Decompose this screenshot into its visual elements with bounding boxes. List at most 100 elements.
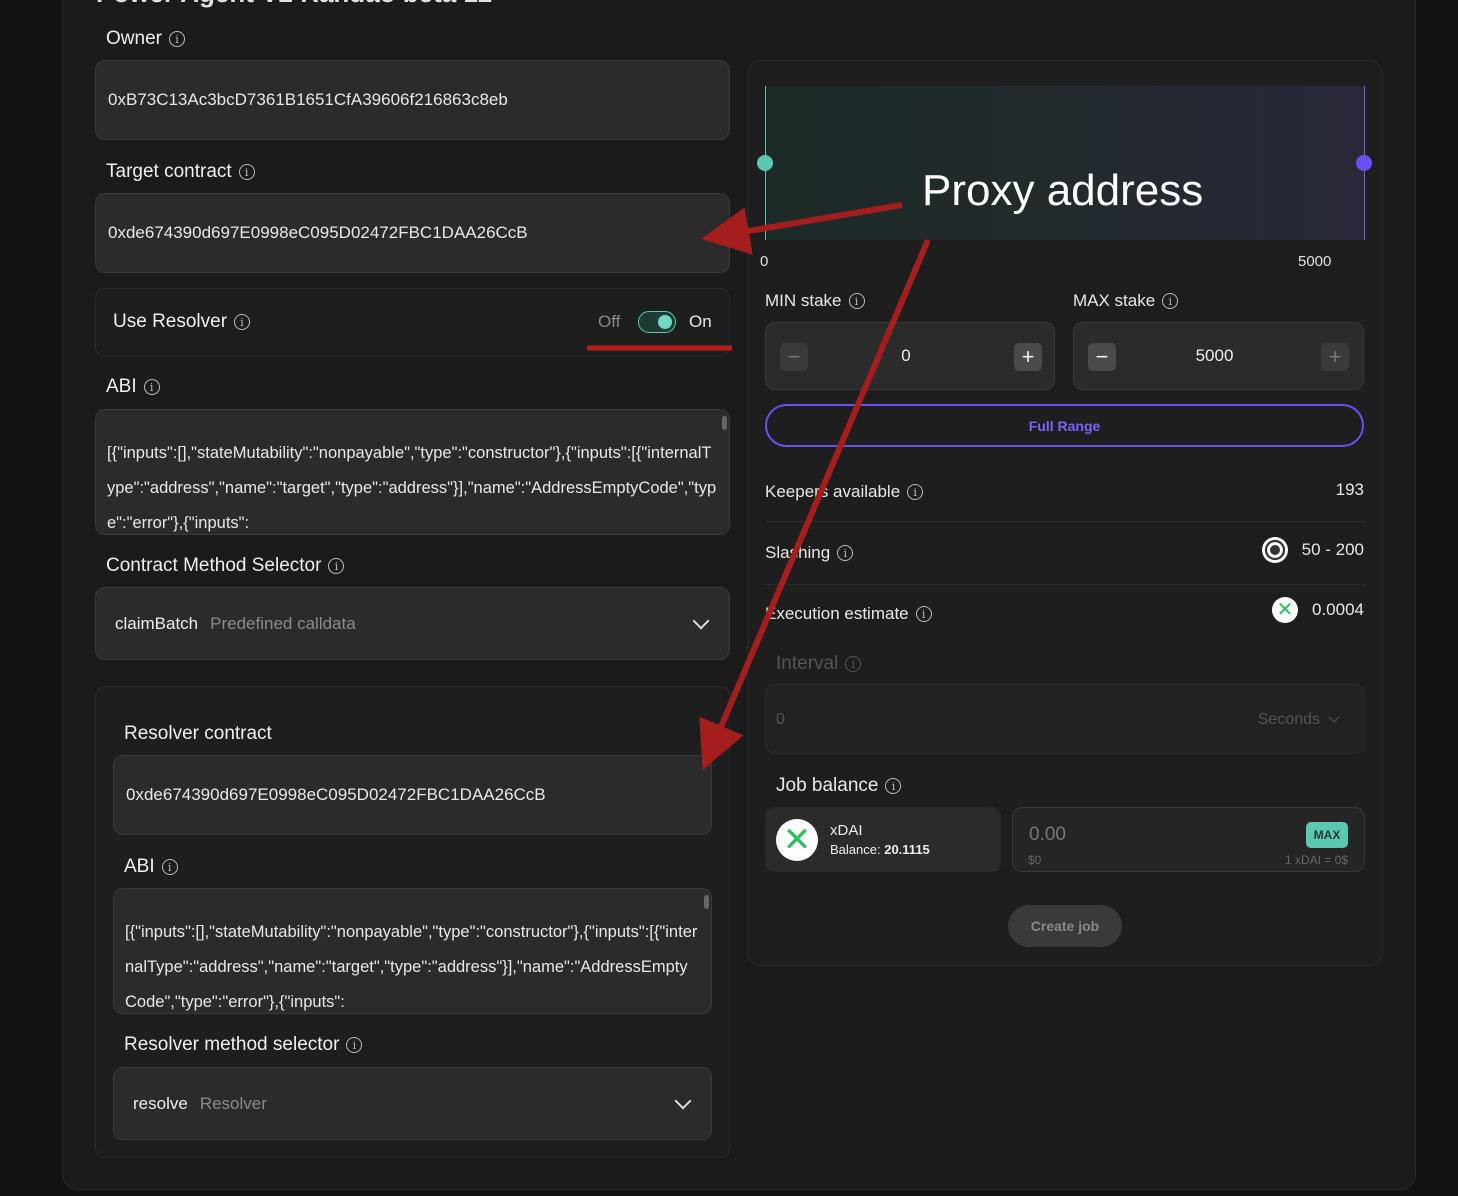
max-stake-increment-button[interactable]: + bbox=[1321, 343, 1349, 371]
keepers-value: 193 bbox=[1336, 480, 1364, 500]
stats-divider bbox=[765, 584, 1365, 585]
method-selector-value: claimBatch bbox=[115, 613, 199, 633]
target-label: Target contract i bbox=[106, 161, 255, 183]
resolver-method-value: resolve bbox=[133, 1093, 188, 1113]
info-icon[interactable]: i bbox=[885, 778, 902, 794]
info-icon[interactable]: i bbox=[234, 314, 251, 330]
resolver-contract-label: Resolver contract bbox=[124, 723, 272, 745]
amount-usd: $0 bbox=[1028, 853, 1042, 867]
use-resolver-toggle[interactable] bbox=[638, 311, 676, 333]
balance-token-card[interactable]: ✕ xDAI Balance: 20.1115 bbox=[765, 807, 1001, 872]
info-icon[interactable]: i bbox=[1162, 293, 1179, 309]
info-icon[interactable]: i bbox=[168, 31, 185, 47]
abi-textarea[interactable]: [{"inputs":[],"stateMutability":"nonpaya… bbox=[95, 409, 730, 535]
xdai-token-icon: ✕ bbox=[1272, 597, 1298, 623]
exchange-rate: 1 xDAI = 0$ bbox=[1284, 853, 1348, 867]
range-max-tick: 5000 bbox=[1298, 253, 1332, 270]
resolver-abi-textarea[interactable]: [{"inputs":[],"stateMutability":"nonpaya… bbox=[113, 888, 712, 1014]
info-icon[interactable]: i bbox=[848, 293, 865, 309]
toggle-on-label: On bbox=[689, 312, 712, 331]
abi-value: [{"inputs":[],"stateMutability":"nonpaya… bbox=[107, 444, 717, 532]
method-selector-label-text: Contract Method Selector bbox=[106, 555, 322, 576]
xdai-token-icon: ✕ bbox=[776, 819, 818, 861]
info-icon[interactable]: i bbox=[845, 656, 862, 672]
resolver-abi-label: ABI i bbox=[124, 856, 178, 878]
chevron-down-icon bbox=[1328, 711, 1340, 723]
owner-field[interactable]: 0xB73C13Ac3bcD7361B1651CfA39606f216863c8… bbox=[95, 60, 730, 140]
keepers-value-text: 193 bbox=[1335, 480, 1364, 499]
annotation-label: Proxy address bbox=[922, 166, 1204, 215]
max-button[interactable]: MAX bbox=[1306, 822, 1348, 848]
method-selector-sub: Predefined calldata bbox=[210, 613, 356, 633]
min-stake-input[interactable]: − 0 + bbox=[765, 322, 1055, 390]
execution-estimate-label: Execution estimate i bbox=[765, 604, 932, 624]
resolver-contract-field[interactable]: 0xde674390d697E0998eC095D02472FBC1DAA26C… bbox=[113, 755, 712, 835]
max-stake-label-text: MAX stake bbox=[1073, 291, 1156, 310]
toggle-knob bbox=[658, 315, 672, 329]
full-range-button[interactable]: Full Range bbox=[765, 404, 1364, 447]
token-balance: Balance: 20.1115 bbox=[830, 842, 930, 857]
info-icon[interactable]: i bbox=[161, 859, 178, 875]
job-balance-label-text: Job balance bbox=[776, 775, 879, 796]
resolver-contract-label-text: Resolver contract bbox=[124, 723, 272, 744]
method-selector-label: Contract Method Selector i bbox=[106, 555, 345, 577]
token-balance-value: 20.1115 bbox=[884, 842, 930, 857]
target-label-text: Target contract bbox=[106, 161, 232, 182]
page-title: Power Agent V2 Randao beta 12 bbox=[96, 0, 492, 9]
amount-placeholder: 0.00 bbox=[1029, 824, 1066, 845]
abi-label-text: ABI bbox=[106, 376, 137, 397]
interval-input[interactable]: 0 Seconds bbox=[765, 684, 1365, 754]
info-icon[interactable]: i bbox=[907, 484, 924, 500]
interval-unit-select[interactable]: Seconds bbox=[1258, 711, 1320, 729]
max-stake-decrement-button[interactable]: − bbox=[1088, 343, 1116, 371]
interval-label-text: Interval bbox=[776, 653, 839, 674]
info-icon[interactable]: i bbox=[143, 379, 160, 395]
info-icon[interactable]: i bbox=[837, 545, 854, 561]
info-icon[interactable]: i bbox=[328, 558, 345, 574]
slashing-value-text: 50 - 200 bbox=[1301, 540, 1364, 559]
chevron-down-icon bbox=[674, 1092, 692, 1109]
info-icon[interactable]: i bbox=[346, 1037, 363, 1053]
chevron-down-icon bbox=[692, 612, 710, 629]
use-resolver-label: Use Resolver i bbox=[113, 311, 251, 333]
owner-value: 0xB73C13Ac3bcD7361B1651CfA39606f216863c8… bbox=[108, 90, 508, 109]
use-resolver-label-text: Use Resolver bbox=[113, 311, 228, 332]
resolver-method-label: Resolver method selector i bbox=[124, 1034, 363, 1056]
create-job-button[interactable]: Create job bbox=[1008, 905, 1122, 947]
range-high-handle[interactable] bbox=[1356, 155, 1372, 171]
info-icon[interactable]: i bbox=[915, 606, 932, 622]
max-stake-value: 5000 bbox=[1195, 346, 1234, 365]
owner-label: Owner i bbox=[106, 28, 185, 50]
execution-estimate-label-text: Execution estimate bbox=[765, 604, 909, 623]
resolver-method-label-text: Resolver method selector bbox=[124, 1034, 340, 1055]
min-stake-decrement-button[interactable]: − bbox=[780, 343, 808, 371]
target-contract-value: 0xde674390d697E0998eC095D02472FBC1DAA26C… bbox=[108, 223, 528, 242]
stake-range-chart[interactable] bbox=[765, 86, 1365, 240]
slashing-value: 50 - 200 bbox=[1261, 537, 1364, 563]
balance-amount-input[interactable]: 0.00 $0 MAX 1 xDAI = 0$ bbox=[1012, 807, 1365, 872]
resolver-abi-value: [{"inputs":[],"stateMutability":"nonpaya… bbox=[125, 923, 698, 1011]
resolver-contract-value: 0xde674390d697E0998eC095D02472FBC1DAA26C… bbox=[126, 785, 546, 804]
execution-estimate-value-text: 0.0004 bbox=[1312, 600, 1364, 619]
resolver-abi-scrollbar[interactable] bbox=[704, 895, 709, 909]
toggle-off-label: Off bbox=[598, 312, 621, 331]
min-stake-label: MIN stake i bbox=[765, 291, 865, 311]
info-icon[interactable]: i bbox=[238, 164, 255, 180]
resolver-method-dropdown[interactable]: resolve Resolver bbox=[113, 1067, 712, 1140]
target-contract-field[interactable]: 0xde674390d697E0998eC095D02472FBC1DAA26C… bbox=[95, 193, 730, 273]
keepers-label: Keepers available i bbox=[765, 482, 924, 502]
range-low-handle[interactable] bbox=[757, 155, 773, 171]
execution-estimate-value: ✕ 0.0004 bbox=[1272, 597, 1364, 623]
stats-divider bbox=[765, 521, 1365, 522]
interval-value: 0 bbox=[776, 711, 785, 728]
token-balance-label: Balance: bbox=[830, 842, 881, 857]
token-name: xDAI bbox=[830, 822, 863, 839]
min-stake-increment-button[interactable]: + bbox=[1014, 343, 1042, 371]
abi-scrollbar[interactable] bbox=[722, 416, 727, 430]
max-stake-input[interactable]: − 5000 + bbox=[1073, 322, 1364, 390]
method-selector-dropdown[interactable]: claimBatch Predefined calldata bbox=[95, 587, 730, 660]
interval-label: Interval i bbox=[776, 653, 862, 675]
keepers-label-text: Keepers available bbox=[765, 482, 901, 501]
gnosis-token-icon bbox=[1261, 537, 1288, 563]
slashing-label-text: Slashing bbox=[765, 543, 831, 562]
